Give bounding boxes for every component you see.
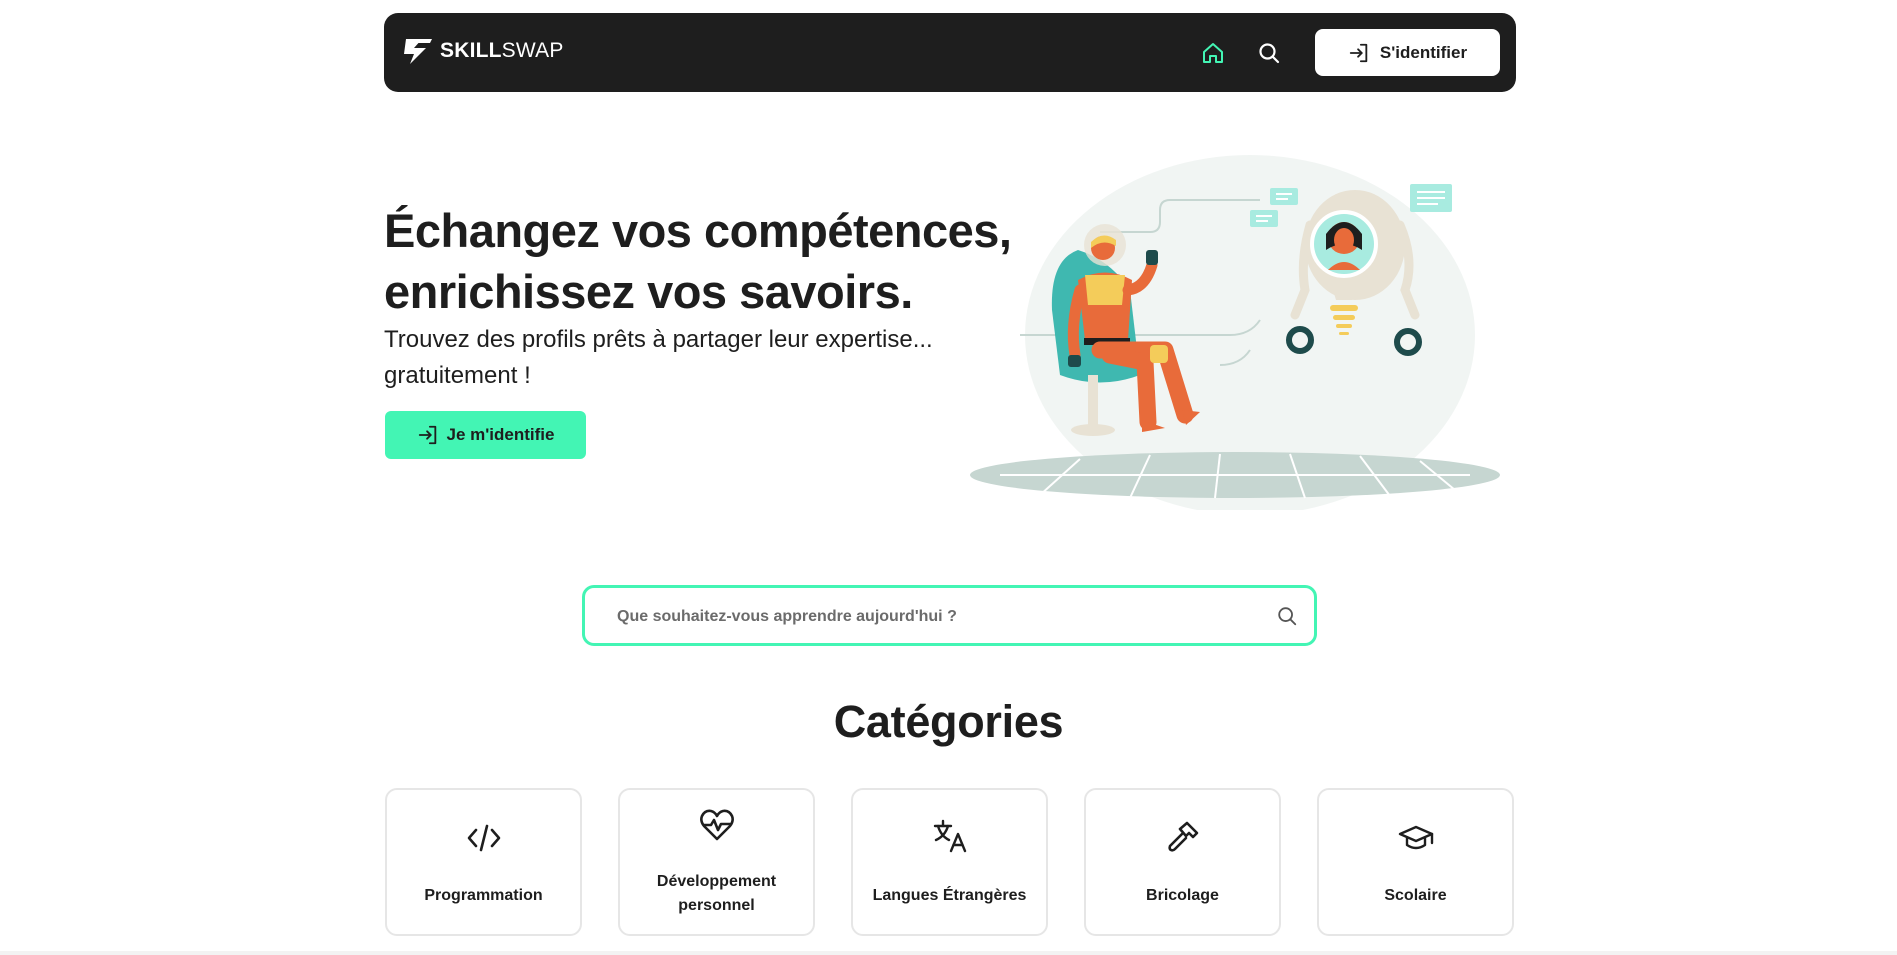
category-card-bricolage[interactable]: Bricolage [1084,788,1281,936]
search-bar [582,585,1317,646]
graduation-cap-icon [1319,823,1512,853]
navbar: SKILLSWAP S'identifier [384,13,1516,92]
login-arrow-icon [1349,43,1368,62]
search-icon[interactable] [1276,605,1298,627]
skillswap-logo-icon [404,39,432,64]
hero-subtitle: Trouvez des profils prêts à partager leu… [384,326,933,389]
search-icon[interactable] [1255,39,1283,67]
category-card-scolaire[interactable]: Scolaire [1317,788,1514,936]
home-icon[interactable] [1199,39,1227,67]
category-label: Langues Étrangères [872,887,1027,904]
logo[interactable]: SKILLSWAP [400,35,564,67]
login-arrow-icon [418,425,436,445]
category-label: Scolaire [1384,887,1447,904]
cta-login-button[interactable]: Je m'identifie [385,411,586,459]
category-card-developpement-personnel[interactable]: Développement personnel [618,788,815,936]
cta-label: Je m'identifie [446,425,555,444]
category-label: Bricolage [1146,887,1219,904]
category-card-langues-etrangeres[interactable]: Langues Étrangères [851,788,1048,936]
search-input[interactable] [615,588,1239,645]
login-button-label: S'identifier [1379,42,1468,62]
page-divider [0,951,1897,955]
hero-illustration [970,155,1500,510]
category-label: Programmation [424,887,543,904]
hammer-icon [1086,820,1279,854]
heart-pulse-icon [620,808,813,842]
category-card-programmation[interactable]: Programmation [385,788,582,936]
logo-text: SKILLSWAP [440,39,564,62]
categories-grid: Programmation Développement personnel Lan… [385,788,1515,936]
login-button[interactable]: S'identifier [1315,29,1500,76]
categories-title: Catégories [833,696,1064,747]
category-label: Développement personnel [656,873,777,914]
hero-title: Échangez vos compétences, enrichissez vo… [384,204,1012,318]
translate-icon [853,818,1046,854]
code-icon [387,822,580,854]
